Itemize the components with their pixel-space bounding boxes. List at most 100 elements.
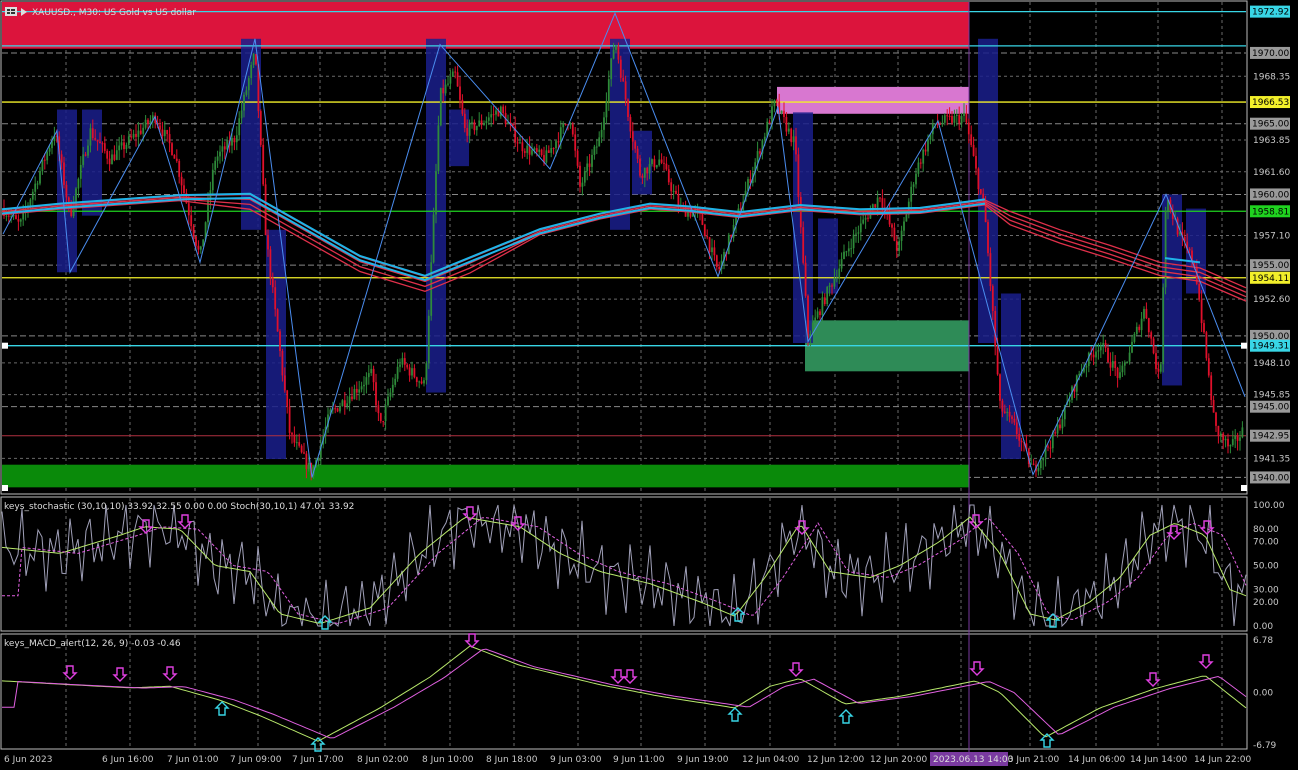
time-tick-label: 12 Jun 12:00 [807,755,864,765]
candle-body [36,183,39,185]
candle-body [135,133,137,137]
candle-body [19,219,22,222]
time-tick-label: 14 Jun 14:00 [1130,755,1187,765]
candle-body [624,81,627,100]
stoch-level-label: 20.00 [1253,598,1279,608]
fractal-box [266,229,286,460]
candle-body [783,110,785,117]
candle-body [403,358,406,365]
candle-body [1032,463,1035,465]
candle-body [70,204,73,216]
candle-body [399,364,401,367]
candle-body [787,128,790,132]
candle-body [989,253,992,287]
candle-body [346,403,349,407]
price-marker-label: 1942.95 [1252,432,1289,442]
candle-body [82,154,85,165]
candle-body [862,219,865,224]
candle-body [245,90,248,95]
time-tick-label: 7 Jun 09:00 [230,755,282,765]
time-tick-label: 8 Jun 02:00 [357,755,409,765]
trading-chart[interactable]: 100.00 80.00 70.00 50.00 30.00 20.00 0.00 keys_… [0,0,1298,770]
candle-body [1047,446,1049,448]
candle-body [1203,323,1205,333]
candle-body [823,297,826,305]
candle-body [759,151,761,154]
candle-body [216,156,219,161]
candle-body [425,363,428,381]
candle-body [178,160,181,177]
candle-body [675,190,677,195]
candle-body [627,99,629,118]
candle-body [281,351,284,376]
candle-body [799,197,802,228]
candle-body [924,149,927,152]
candle-body [1123,362,1126,366]
candle-body [574,134,577,151]
candle-body [360,386,363,390]
supply-zone-2 [777,86,969,114]
candle-body [975,155,977,169]
candle-body [1155,353,1157,370]
candle-body [447,83,449,85]
candle-body [382,421,385,423]
candle-body [1013,418,1016,423]
candle-body [1126,361,1129,363]
chart-menu-icon[interactable] [5,7,17,16]
candle-body [235,135,238,143]
candle-body [96,139,99,142]
candle-body [785,116,788,132]
candle-body [658,159,661,166]
candle-body [214,160,217,170]
candle-body [63,162,65,185]
candle-body [130,136,133,138]
candle-body [857,232,860,234]
candle-body [941,122,944,124]
candle-body [1215,412,1217,426]
candle-body [295,442,298,444]
candle-body [912,184,915,187]
candle-body [1236,435,1239,441]
price-marker-label: 1960.00 [1252,190,1289,200]
candle-body [367,373,370,378]
candle-body [271,277,274,288]
candle-body [247,78,250,91]
candle-body [598,137,601,147]
candle-body [605,101,608,118]
candle-body [965,112,968,123]
candle-body [600,129,603,138]
macd-level-label: 0.00 [1253,688,1273,698]
candle-body [451,71,454,77]
candle-body [490,114,493,118]
candle-body [588,163,591,167]
stoch-level-label: 70.00 [1253,537,1279,547]
candle-body [343,400,346,407]
candle-body [147,119,149,124]
candle-body [903,221,905,231]
candle-body [499,106,502,117]
candle-body [576,150,579,166]
candle-body [586,163,589,171]
candle-body [1152,338,1155,354]
candle-body [113,154,116,160]
candle-body [987,222,989,254]
candle-body [1042,457,1045,461]
candle-body [423,380,425,384]
candle-body [821,297,824,316]
candle-body [502,106,505,114]
stoch-level-label: 30.00 [1253,586,1279,596]
candle-body [171,143,173,155]
time-tick-label: 8 Jun 18:00 [486,755,538,765]
candle-body [905,214,908,222]
candle-body [994,310,997,347]
candle-body [958,114,961,124]
candle-body [406,364,409,368]
candle-body [672,190,675,192]
candle-body [31,191,34,200]
macd-title: keys_MACD_alert(12, 26, 9) -0.03 -0.46 [4,639,181,649]
candle-body [415,377,418,382]
candle-body [34,183,37,192]
price-marker-label: 1972.92 [1252,8,1289,18]
candle-body [168,134,171,144]
candle-body [1200,299,1203,324]
